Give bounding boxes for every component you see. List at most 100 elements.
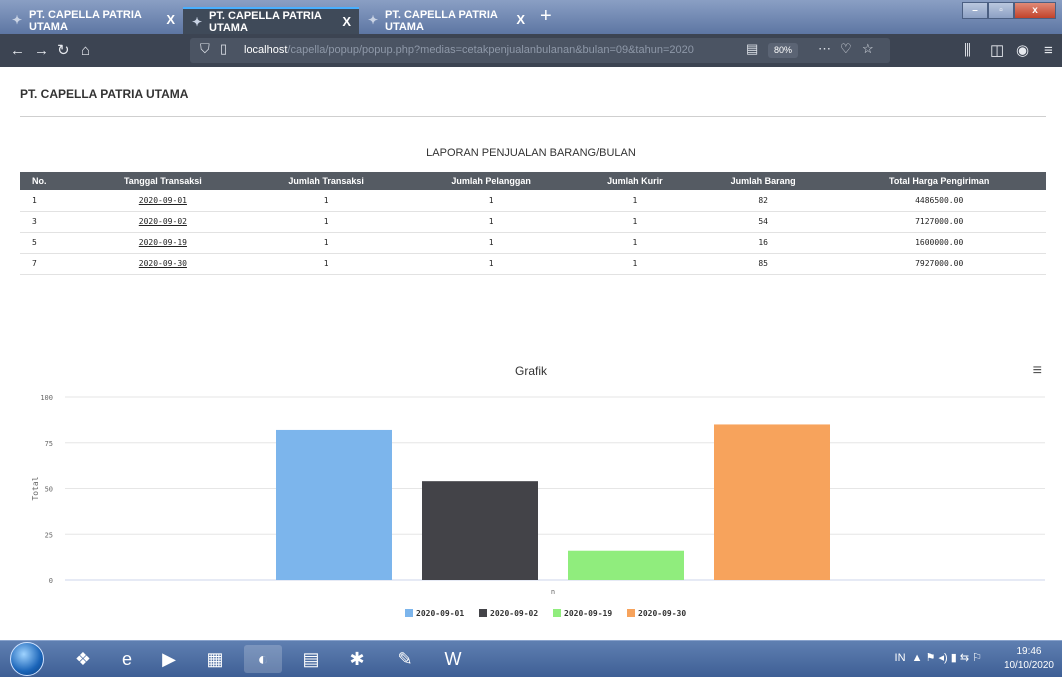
new-tab-button[interactable]: +: [540, 6, 552, 26]
cell-pelanggan: 1: [406, 232, 576, 254]
cell-pelanggan: 1: [406, 253, 576, 275]
editor-icon[interactable]: ✎: [386, 645, 424, 673]
tab-title: PT. CAPELLA PATRIA UTAMA: [385, 8, 498, 33]
back-arrow-icon[interactable]: ←: [10, 34, 25, 67]
cell-no: 5: [20, 232, 80, 254]
legend-label-2020-09-02: 2020-09-02: [490, 609, 538, 618]
hamburger-menu-icon[interactable]: ≡: [1033, 362, 1042, 380]
cell-date: 2020-09-01: [80, 190, 246, 212]
date-link[interactable]: 2020-09-19: [139, 238, 187, 247]
legend-label-2020-09-30: 2020-09-30: [638, 609, 686, 618]
cell-pelanggan: 1: [406, 190, 576, 212]
cell-kurir: 1: [575, 190, 694, 212]
start-button[interactable]: [10, 642, 44, 676]
window-close-button[interactable]: x: [1014, 2, 1056, 19]
home-icon[interactable]: ⌂: [81, 34, 90, 67]
sales-chart: Grafik 0 25 50 75 100 Total n 2020-09-01 2020-09-…: [0, 357, 1062, 640]
menu-icon[interactable]: ≡: [1044, 34, 1053, 67]
more-actions-icon[interactable]: ⋯: [818, 41, 831, 57]
column-header-jumlah-kurir: Jumlah Kurir: [575, 172, 694, 190]
forward-arrow-icon[interactable]: →: [34, 34, 49, 67]
cell-total: 7927000.00: [832, 253, 1046, 275]
winrar-icon[interactable]: ▤: [292, 645, 330, 673]
zoom-indicator[interactable]: 80%: [768, 43, 798, 58]
cell-no: 3: [20, 211, 80, 233]
sidebar-icon[interactable]: ◫: [990, 34, 1004, 67]
browser-tab-2[interactable]: ✦ PT. CAPELLA PATRIA UTAMA X: [183, 7, 359, 34]
y-tick-label: 75: [45, 440, 53, 448]
column-header-total-harga: Total Harga Pengiriman: [832, 172, 1046, 190]
legend-swatch-2020-09-19: [553, 609, 561, 617]
word-icon[interactable]: W: [434, 645, 472, 673]
legend-swatch-2020-09-01: [405, 609, 413, 617]
page-favicon-icon: ✦: [368, 13, 379, 27]
window-controls: – ▫ x: [962, 2, 1056, 19]
cell-date: 2020-09-19: [80, 232, 246, 254]
browser-tab-3[interactable]: ✦ PT. CAPELLA PATRIA UTAMA X: [359, 7, 533, 34]
shield-icon[interactable]: ⛉: [200, 41, 210, 57]
company-name: PT. CAPELLA PATRIA UTAMA: [20, 87, 189, 101]
library-icon[interactable]: ⫼: [964, 34, 971, 67]
chart-title: Grafik: [515, 364, 548, 378]
internet-explorer-icon[interactable]: e: [108, 645, 146, 673]
bookmark-star-icon[interactable]: ☆: [862, 41, 874, 57]
legend-label-2020-09-19: 2020-09-19: [564, 609, 612, 618]
reload-icon[interactable]: ↻: [57, 34, 70, 67]
xampp-icon[interactable]: ✱: [338, 645, 376, 673]
system-tray: IN ▲ ⚑ ◂) ▮ ⇆ ⚐: [895, 651, 982, 664]
column-header-jumlah-pelanggan: Jumlah Pelanggan: [406, 172, 576, 190]
url-host: localhost: [244, 44, 288, 56]
cell-date: 2020-09-30: [80, 253, 246, 275]
cell-pelanggan: 1: [406, 211, 576, 233]
minimize-button[interactable]: –: [962, 2, 988, 19]
account-icon[interactable]: ◉: [1016, 34, 1029, 67]
table-header-row: No. Tanggal Transaksi Jumlah Transaksi J…: [20, 172, 1046, 190]
y-tick-label: 0: [49, 577, 53, 585]
bar-chart-svg: Grafik 0 25 50 75 100 Total n 2020-09-01 2020-09-…: [31, 364, 1045, 618]
legend-swatch-2020-09-30: [627, 609, 635, 617]
url-path: /capella/popup/popup.php?medias=cetakpen…: [287, 44, 694, 56]
date-link[interactable]: 2020-09-30: [139, 259, 187, 268]
firefox-icon[interactable]: ◐: [244, 645, 282, 673]
y-tick-label: 50: [45, 486, 53, 494]
browser-tab-strip: ✦ PT. CAPELLA PATRIA UTAMA X ✦ PT. CAPEL…: [0, 0, 1062, 34]
windows-taskbar: ❖ e ▶ ▦ ◐ ▤ ✱ ✎ W IN ▲ ⚑ ◂) ▮ ⇆ ⚐ 19:46 …: [0, 640, 1062, 677]
cell-transaksi: 1: [245, 253, 407, 275]
date-link[interactable]: 2020-09-02: [139, 217, 187, 226]
bar-2020-09-01: [276, 429, 392, 580]
column-header-tanggal: Tanggal Transaksi: [80, 172, 246, 190]
cell-kurir: 1: [575, 253, 694, 275]
x-category-label: n: [551, 588, 555, 596]
clock-date: 10/10/2020: [1003, 660, 1054, 671]
clock-time: 19:46: [1016, 646, 1042, 657]
cell-transaksi: 1: [245, 232, 407, 254]
maximize-button[interactable]: ▫: [988, 2, 1014, 19]
browser-nav-bar: ← → ↻ ⌂ ⛉ ▯ localhost/capella/popup/popu…: [0, 34, 1062, 67]
column-header-jumlah-barang: Jumlah Barang: [693, 172, 833, 190]
header-divider: [20, 116, 1046, 117]
column-header-jumlah-transaksi: Jumlah Transaksi: [245, 172, 407, 190]
cell-total: 1600000.00: [832, 232, 1046, 254]
cell-total: 4486500.00: [832, 190, 1046, 212]
language-indicator[interactable]: IN: [895, 652, 906, 664]
url-text[interactable]: localhost/capella/popup/popup.php?medias…: [244, 44, 694, 56]
reader-view-icon[interactable]: ▤: [746, 41, 758, 57]
table-row: 5 2020-09-19 1 1 1 16 1600000.00: [20, 232, 1046, 254]
page-info-icon[interactable]: ▯: [220, 41, 227, 57]
tray-icons[interactable]: ▲ ⚑ ◂) ▮ ⇆ ⚐: [909, 652, 982, 664]
tab-close-icon[interactable]: X: [166, 12, 175, 27]
table-row: 3 2020-09-02 1 1 1 54 7127000.00: [20, 211, 1046, 233]
dropbox-icon[interactable]: ❖: [64, 645, 102, 673]
address-bar[interactable]: ⛉ ▯ localhost/capella/popup/popup.php?me…: [190, 38, 890, 63]
media-player-icon[interactable]: ▶: [150, 645, 188, 673]
pocket-icon[interactable]: ♡: [840, 41, 852, 57]
y-tick-label: 25: [45, 531, 53, 539]
cell-date: 2020-09-02: [80, 211, 246, 233]
system-clock[interactable]: 19:46 10/10/2020: [1004, 645, 1054, 673]
date-link[interactable]: 2020-09-01: [139, 196, 187, 205]
file-explorer-icon[interactable]: ▦: [196, 645, 234, 673]
cell-barang: 16: [693, 232, 833, 254]
tab-close-icon[interactable]: X: [342, 14, 351, 29]
tab-close-icon[interactable]: X: [516, 12, 525, 27]
browser-tab-1[interactable]: ✦ PT. CAPELLA PATRIA UTAMA X: [3, 7, 183, 34]
